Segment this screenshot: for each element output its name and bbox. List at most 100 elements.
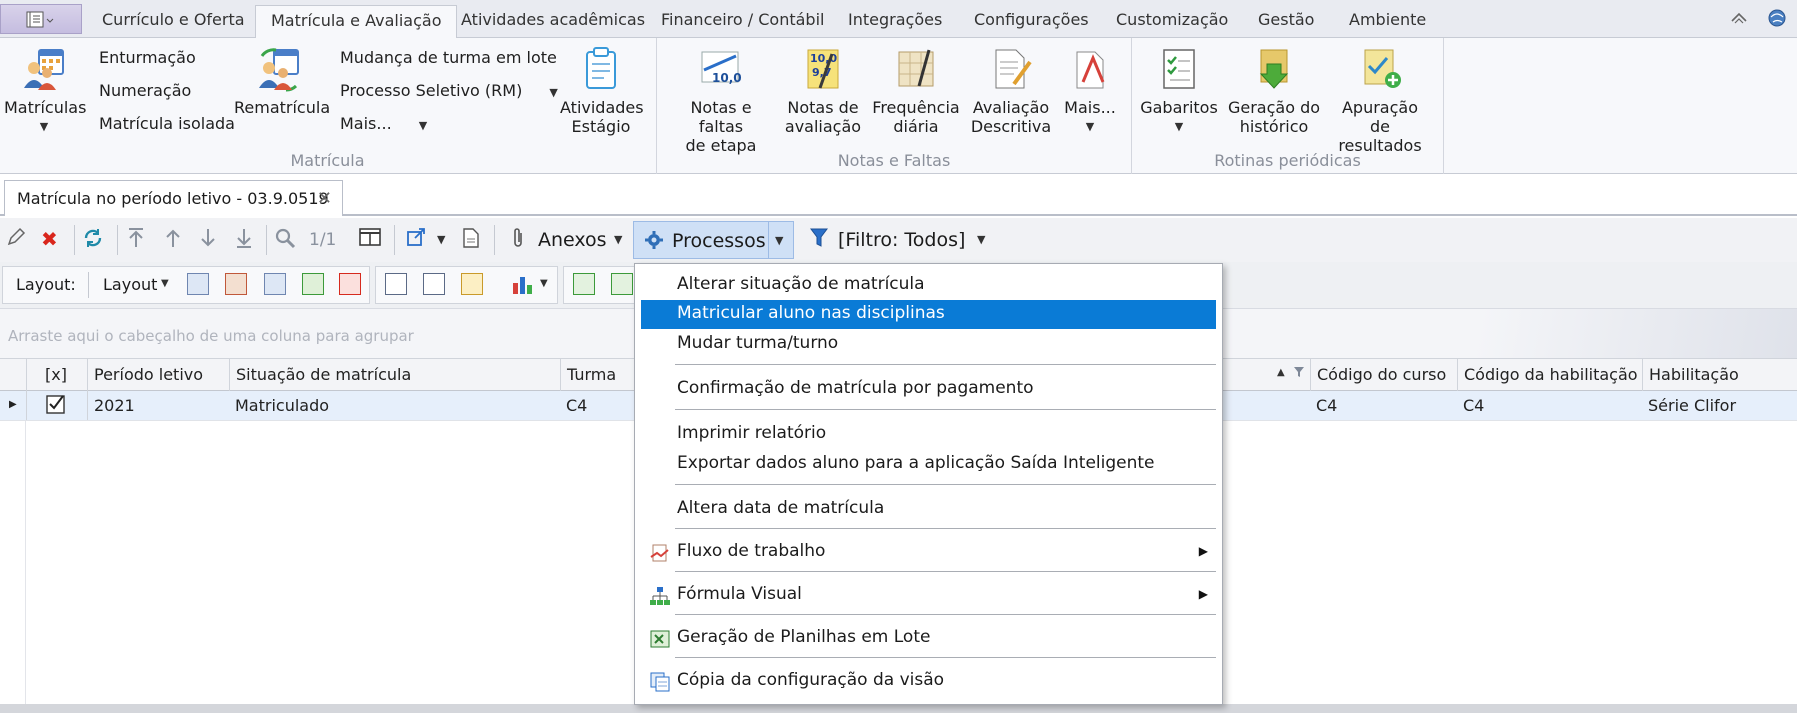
anexos-dropdown-icon[interactable]: ▼ — [614, 233, 622, 246]
matriculas-dropdown-icon[interactable]: ▼ — [4, 117, 84, 136]
open-external-icon[interactable] — [406, 227, 428, 252]
filter-dropdown[interactable]: [Filtro: Todos] — [838, 229, 965, 251]
summary-rows-icon[interactable] — [385, 273, 407, 295]
processos-split-divider — [768, 222, 769, 258]
menu-item-mudar-turma-turno[interactable]: Mudar turma/turno — [641, 330, 1216, 359]
matriculas-button[interactable]: Matrículas ▼ — [4, 46, 86, 136]
sort-ascending-icon[interactable]: ▲ — [1277, 367, 1285, 378]
form-view-icon[interactable] — [611, 273, 633, 295]
document-icon[interactable] — [462, 227, 480, 254]
close-tab-icon[interactable]: ✕ — [317, 188, 332, 209]
edit-pencil-icon[interactable] — [6, 227, 26, 252]
column-filter-icon[interactable] — [1294, 363, 1304, 382]
tab-financeiro-contabil[interactable]: Financeiro / Contábil — [661, 10, 824, 34]
save-layout-icon[interactable] — [187, 273, 209, 295]
tab-curriculo-oferta[interactable]: Currículo e Oferta — [102, 10, 245, 34]
numeracao-button[interactable]: Numeração — [99, 81, 191, 100]
mais-notas-dropdown-icon[interactable]: ▼ — [1062, 117, 1118, 136]
processos-menu: Alterar situação de matrícula Matricular… — [634, 263, 1223, 705]
menu-item-imprimir-relatorio[interactable]: Imprimir relatório — [641, 420, 1216, 449]
menu-item-copia-configuracao[interactable]: Cópia da configuração da visão — [641, 667, 1216, 696]
collapse-ribbon-icon[interactable] — [1729, 10, 1749, 30]
processo-seletivo-dropdown-icon[interactable]: ▼ — [549, 86, 557, 99]
gabaritos-dropdown-icon[interactable]: ▼ — [1138, 117, 1220, 136]
layout-dropdown-icon[interactable]: ▼ — [161, 278, 169, 289]
mudanca-turma-lote-button[interactable]: Mudança de turma em lote — [340, 48, 557, 67]
tab-ambiente[interactable]: Ambiente — [1349, 10, 1426, 34]
grid-layout-icon[interactable] — [264, 273, 286, 295]
mais-matricula-button[interactable]: Mais... ▼ — [340, 114, 427, 133]
column-header-situacao-matricula[interactable]: Situação de matrícula — [229, 359, 560, 391]
filter-icon[interactable] — [810, 227, 828, 254]
processos-button[interactable]: Processos ▼ — [633, 221, 794, 259]
horizontal-scrollbar[interactable] — [0, 704, 1797, 713]
notas-avaliacao-button[interactable]: 10,0 9,7 Notas de avaliação — [783, 46, 863, 136]
filter-dropdown-icon[interactable]: ▼ — [977, 233, 985, 246]
chart-dropdown-icon[interactable]: ▼ — [540, 278, 548, 289]
columns-view-icon[interactable] — [359, 227, 381, 252]
atividades-estagio-button[interactable]: Atividades Estágio — [560, 46, 644, 136]
column-header-periodo-letivo[interactable]: Período letivo — [87, 359, 229, 391]
apuracao-resultados-button[interactable]: Apuração de resultados — [1330, 46, 1430, 155]
toolbar-separator — [266, 225, 267, 255]
processo-seletivo-button[interactable]: Processo Seletivo (RM) ▼ — [340, 81, 558, 100]
refresh-icon[interactable] — [82, 227, 104, 254]
menu-item-fluxo-trabalho[interactable]: Fluxo de trabalho ▶ — [641, 538, 1216, 567]
menu-item-alterar-situacao[interactable]: Alterar situação de matrícula — [641, 271, 1216, 300]
column-header-habilitacao[interactable]: Habilitação — [1642, 359, 1797, 391]
export-layout-icon[interactable] — [339, 273, 361, 295]
gabaritos-button[interactable]: Gabaritos ▼ — [1138, 46, 1220, 136]
tab-integracoes[interactable]: Integrações — [848, 10, 942, 34]
menu-item-formula-visual[interactable]: Fórmula Visual ▶ — [641, 581, 1216, 610]
notas-faltas-etapa-button[interactable]: 10,0 Notas e faltas de etapa — [666, 46, 776, 155]
delete-icon[interactable]: ✖ — [41, 227, 58, 251]
mais-notas-button[interactable]: Mais... ▼ — [1062, 46, 1118, 136]
document-tab[interactable]: Matrícula no período letivo - 03.9.0519 … — [4, 180, 343, 216]
sum-icon[interactable] — [423, 273, 445, 295]
processos-dropdown-icon[interactable]: ▼ — [775, 234, 783, 247]
first-record-icon[interactable] — [126, 227, 146, 254]
globe-icon[interactable] — [1767, 8, 1787, 32]
rematricula-button[interactable]: Rematrícula — [234, 46, 331, 117]
toolbar-separator — [394, 225, 395, 255]
mais-matricula-dropdown-icon[interactable]: ▼ — [419, 119, 427, 132]
tab-gestao[interactable]: Gestão — [1258, 10, 1314, 34]
matricula-isolada-button[interactable]: Matrícula isolada — [99, 114, 235, 133]
chart-icon[interactable] — [511, 273, 535, 299]
anexos-button[interactable]: Anexos — [538, 229, 607, 251]
column-header-codigo-habilitacao[interactable]: Código da habilitação — [1457, 359, 1642, 391]
layout-dropdown[interactable]: Layout — [103, 275, 157, 294]
open-external-dropdown-icon[interactable]: ▼ — [437, 233, 445, 246]
history-download-icon — [1251, 46, 1297, 92]
avaliacao-descritiva-label-2: Descritiva — [970, 117, 1052, 136]
tab-matricula-avaliacao[interactable]: Matrícula e Avaliação — [255, 5, 458, 39]
column-header-select[interactable]: [x] — [26, 359, 87, 391]
enturmacao-button[interactable]: Enturmação — [99, 48, 196, 67]
ribbon-separator — [1443, 38, 1444, 174]
row-indicator-header — [0, 359, 26, 391]
menu-item-matricular-aluno-disciplinas[interactable]: Matricular aluno nas disciplinas — [641, 300, 1216, 329]
grid-view-icon[interactable] — [573, 273, 595, 295]
avaliacao-descritiva-button[interactable]: Avaliação Descritiva — [966, 46, 1056, 136]
conditional-format-icon[interactable] — [461, 273, 483, 295]
rematricula-label: Rematrícula — [234, 98, 331, 117]
menu-item-confirmacao-pagamento[interactable]: Confirmação de matrícula por pagamento — [641, 375, 1216, 404]
delete-layout-icon[interactable] — [225, 273, 247, 295]
menu-item-exportar-dados[interactable]: Exportar dados aluno para a aplicação Sa… — [641, 450, 1216, 479]
menu-separator — [675, 528, 1216, 529]
tab-configuracoes[interactable]: Configurações — [974, 10, 1089, 34]
row-select-checkbox[interactable] — [45, 394, 67, 420]
menu-item-geracao-planilhas[interactable]: Geração de Planilhas em Lote — [641, 624, 1216, 653]
previous-record-icon[interactable] — [163, 227, 183, 254]
tab-atividades-academicas[interactable]: Atividades acadêmicas — [461, 10, 645, 34]
last-record-icon[interactable] — [234, 227, 254, 254]
geracao-historico-button[interactable]: Geração do histórico — [1226, 46, 1322, 136]
frequencia-diaria-button[interactable]: Frequência diária — [870, 46, 962, 136]
app-menu-button[interactable] — [0, 4, 82, 34]
next-record-icon[interactable] — [198, 227, 218, 254]
search-icon[interactable] — [274, 227, 296, 254]
import-layout-icon[interactable] — [302, 273, 324, 295]
tab-customizacao[interactable]: Customização — [1116, 10, 1228, 34]
menu-item-altera-data-matricula[interactable]: Altera data de matrícula — [641, 495, 1216, 524]
column-header-codigo-curso[interactable]: Código do curso — [1310, 359, 1457, 391]
